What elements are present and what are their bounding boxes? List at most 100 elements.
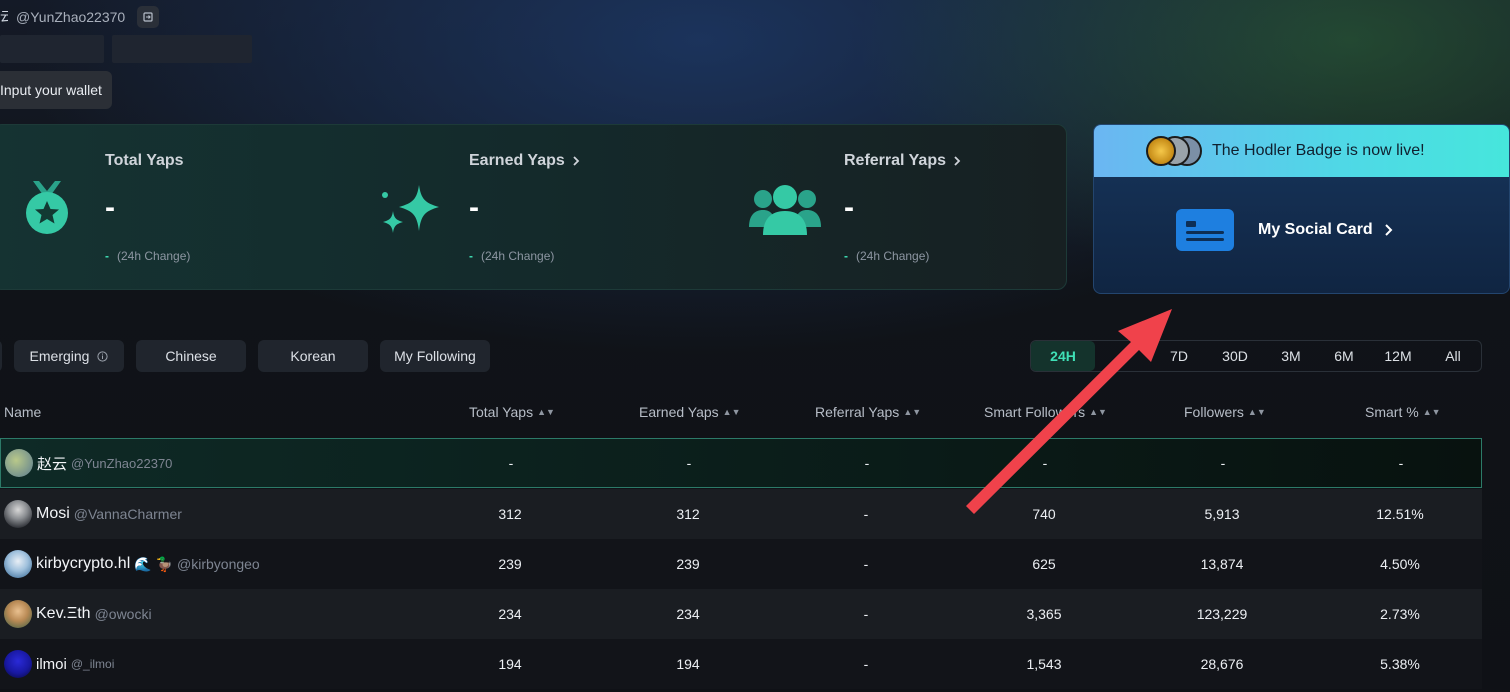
cell-total-yaps: 234 (498, 606, 522, 622)
table-row-self[interactable]: 赵云 @YunZhao22370 - - - - - - (0, 438, 1482, 488)
logout-icon (143, 12, 153, 22)
filter-emerging[interactable]: Emerging (14, 340, 124, 372)
user-header: 云 @YunZhao22370 (0, 6, 160, 28)
avatar (5, 449, 33, 477)
avatar (4, 600, 32, 628)
header-text: Followers (1184, 404, 1244, 420)
loading-placeholder (0, 35, 104, 63)
user-handle: @YunZhao22370 (16, 9, 126, 25)
info-icon (97, 350, 109, 362)
change-value: - (105, 249, 109, 263)
table-row[interactable]: Kev.Ξth @owocki 234 234 - 3,365 123,229 … (0, 589, 1482, 639)
cell-total-yaps: 194 (498, 656, 522, 672)
cell-total-yaps: - (508, 455, 514, 471)
sort-icon: ▲▼ (1247, 407, 1266, 417)
cell-smart-pct: - (1398, 455, 1404, 471)
stat-total-yaps: Total Yaps - - (24h Change) (0, 125, 363, 291)
period-hidden[interactable] (1095, 341, 1151, 371)
period-12m[interactable]: 12M (1369, 341, 1427, 371)
change-value: - (844, 249, 848, 263)
column-header-followers[interactable]: Followers ▲▼ (1184, 404, 1266, 420)
my-social-card-link[interactable]: My Social Card (1176, 209, 1393, 251)
cell-smart-pct: 2.73% (1380, 606, 1420, 622)
header-text: Smart Followers (984, 404, 1086, 420)
period-30d[interactable]: 30D (1207, 341, 1263, 371)
header-text: Name (4, 404, 42, 420)
loading-placeholder (112, 35, 252, 63)
period-3m[interactable]: 3M (1263, 341, 1319, 371)
table-row[interactable]: kirbycrypto.hl 🌊 🦆 @kirbyongeo 239 239 -… (0, 539, 1482, 589)
filter-korean[interactable]: Korean (258, 340, 368, 372)
filter-label: Emerging (29, 348, 90, 364)
filter-chinese[interactable]: Chinese (136, 340, 246, 372)
table-row[interactable]: ilmoi @_ilmoi 194 194 - 1,543 28,676 5.3… (0, 639, 1482, 689)
id-card-icon (1176, 209, 1234, 251)
period-6m[interactable]: 6M (1319, 341, 1369, 371)
hodler-badge-banner[interactable]: The Hodler Badge is now live! (1094, 125, 1509, 177)
header-text: Smart % (1365, 404, 1419, 420)
input-wallet-button[interactable]: Input your wallet (0, 71, 112, 109)
period-7d[interactable]: 7D (1151, 341, 1207, 371)
chevron-right-icon (1384, 224, 1393, 236)
cell-smart-followers: 3,365 (1026, 606, 1062, 622)
stat-change: - (24h Change) (105, 249, 190, 263)
column-header-name[interactable]: Name (4, 404, 41, 420)
display-name: ilmoi (36, 655, 67, 673)
cell-referral-yaps: - (863, 556, 869, 572)
cell-total-yaps: 239 (498, 556, 522, 572)
table-row[interactable]: Mosi @VannaCharmer 312 312 - 740 5,913 1… (0, 489, 1482, 539)
sort-icon: ▲▼ (537, 407, 555, 417)
stat-value: - (469, 191, 479, 224)
period-24h[interactable]: 24H (1031, 341, 1095, 371)
social-card-text: My Social Card (1258, 221, 1373, 238)
cell-referral-yaps: - (863, 656, 869, 672)
column-header-smart-followers[interactable]: Smart Followers ▲▼ (984, 404, 1107, 420)
sort-icon: ▲▼ (1422, 407, 1441, 417)
display-name: 赵云 (37, 455, 68, 473)
cell-followers: 28,676 (1200, 656, 1244, 672)
user-cell: kirbycrypto.hl 🌊 🦆 @kirbyongeo (4, 539, 260, 589)
user-cell: Mosi @VannaCharmer (4, 489, 182, 539)
stat-label: Earned Yaps (469, 152, 581, 170)
cell-referral-yaps: - (863, 606, 869, 622)
column-header-earned-yaps[interactable]: Earned Yaps ▲▼ (639, 404, 740, 420)
badge-coins-icon (1142, 131, 1202, 171)
stat-label-text: Referral Yaps (844, 152, 946, 169)
stat-referral-yaps[interactable]: Referral Yaps - - (24h Change) (733, 125, 1068, 291)
cell-earned-yaps: - (686, 455, 692, 471)
chevron-right-icon (573, 156, 580, 166)
column-header-smart-pct[interactable]: Smart % ▲▼ (1365, 404, 1441, 420)
cell-smart-pct: 5.38% (1380, 656, 1420, 672)
yaps-stats-panel: Total Yaps - - (24h Change) Earned Yaps … (0, 124, 1067, 290)
sort-icon: ▲▼ (722, 407, 741, 417)
user-cell: Kev.Ξth @owocki (4, 589, 152, 639)
period-all[interactable]: All (1427, 341, 1479, 371)
stat-earned-yaps[interactable]: Earned Yaps - - (24h Change) (363, 125, 733, 291)
column-header-referral-yaps[interactable]: Referral Yaps ▲▼ (815, 404, 921, 420)
cell-referral-yaps: - (863, 506, 869, 522)
cell-smart-followers: 1,543 (1026, 656, 1062, 672)
logout-button[interactable] (137, 6, 160, 28)
change-label: (24h Change) (117, 249, 191, 263)
display-name: Mosi (36, 505, 70, 522)
stat-change: - (24h Change) (844, 249, 929, 263)
chevron-right-icon (954, 156, 961, 166)
column-header-total-yaps[interactable]: Total Yaps ▲▼ (469, 404, 555, 420)
user-handle: @kirbyongeo (177, 556, 260, 572)
sort-icon: ▲▼ (1089, 407, 1107, 417)
period-selector: 24H 7D 30D 3M 6M 12M All (1030, 340, 1482, 372)
cell-total-yaps: 312 (498, 506, 522, 522)
cell-followers: - (1220, 455, 1226, 471)
filter-my-following[interactable]: My Following (380, 340, 490, 372)
filter-tab-partial[interactable] (0, 340, 2, 372)
name-emoji: 🌊 🦆 (134, 555, 174, 572)
users-icon (749, 185, 821, 235)
cell-smart-pct: 4.50% (1380, 556, 1420, 572)
avatar (4, 500, 32, 528)
user-cell: 赵云 @YunZhao22370 (5, 439, 172, 487)
avatar (4, 650, 32, 678)
stat-label-text: Total Yaps (105, 152, 184, 169)
header-text: Referral Yaps (815, 404, 900, 420)
display-name: kirbycrypto.hl (36, 555, 131, 572)
change-label: (24h Change) (856, 249, 930, 263)
